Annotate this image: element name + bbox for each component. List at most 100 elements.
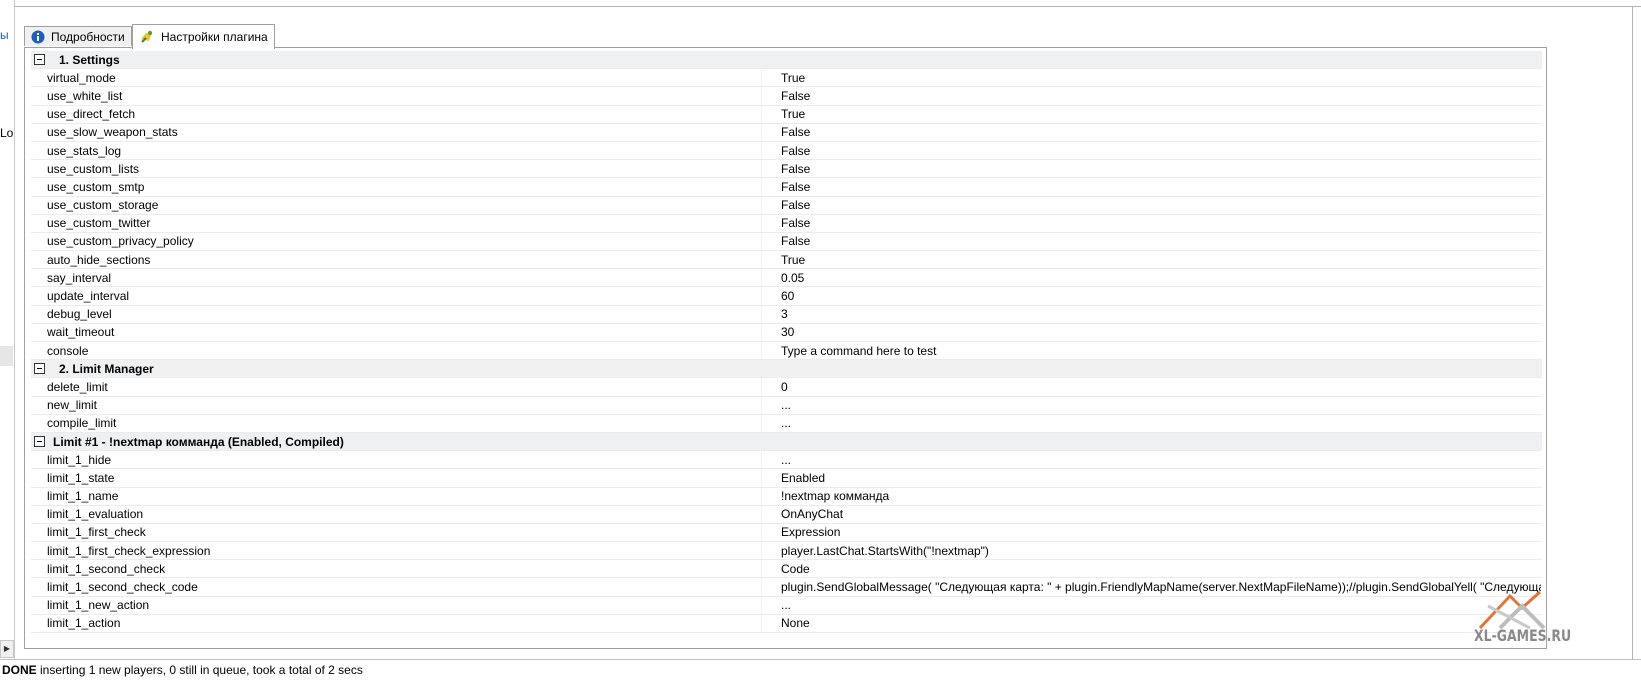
column-divider[interactable] bbox=[761, 141, 762, 160]
column-divider[interactable] bbox=[761, 342, 762, 360]
property-row[interactable]: limit_1_second_check_code plugin.SendGlob… bbox=[31, 578, 1542, 597]
property-value[interactable]: True bbox=[781, 107, 1541, 121]
column-divider[interactable] bbox=[761, 614, 762, 632]
property-name[interactable]: limit_1_new_action bbox=[47, 598, 149, 612]
column-divider[interactable] bbox=[761, 232, 762, 251]
property-row[interactable]: limit_1_evaluation OnAnyChat bbox=[31, 505, 1542, 524]
property-row[interactable]: limit_1_state Enabled bbox=[31, 469, 1542, 488]
property-name[interactable]: use_direct_fetch bbox=[47, 107, 135, 121]
property-value[interactable]: False bbox=[781, 198, 1541, 212]
property-value[interactable]: 60 bbox=[781, 289, 1541, 303]
property-name[interactable]: say_interval bbox=[47, 271, 111, 285]
property-value[interactable]: OnAnyChat bbox=[781, 507, 1541, 521]
property-row[interactable]: limit_1_hide... bbox=[31, 451, 1542, 470]
property-row[interactable]: update_interval 60 bbox=[31, 287, 1542, 306]
property-name[interactable]: console bbox=[47, 344, 88, 358]
category-row[interactable]: 1. Settings bbox=[31, 51, 1542, 70]
property-value[interactable]: False bbox=[781, 162, 1541, 176]
category-row[interactable]: 2. Limit Manager bbox=[31, 360, 1542, 379]
column-divider[interactable] bbox=[761, 69, 762, 87]
property-row[interactable]: use_stats_log False bbox=[31, 141, 1542, 161]
column-divider[interactable] bbox=[761, 396, 762, 414]
property-row[interactable]: console Type a command here to test bbox=[31, 342, 1542, 361]
column-divider[interactable] bbox=[761, 505, 762, 523]
column-divider[interactable] bbox=[761, 378, 762, 396]
tab-details[interactable]: Подробности bbox=[24, 26, 132, 46]
property-name[interactable]: limit_1_hide bbox=[47, 453, 111, 467]
property-row[interactable]: limit_1_new_action... bbox=[31, 596, 1542, 615]
property-row[interactable]: use_custom_twitter False bbox=[31, 214, 1542, 233]
property-row[interactable]: debug_level 3 bbox=[31, 305, 1542, 324]
property-name[interactable]: limit_1_state bbox=[47, 471, 114, 485]
property-value[interactable]: plugin.SendGlobalMessage( "Следующая кар… bbox=[781, 580, 1541, 594]
column-divider[interactable] bbox=[761, 178, 762, 196]
column-divider[interactable] bbox=[761, 578, 762, 596]
column-divider[interactable] bbox=[761, 414, 762, 432]
collapse-toggle-icon[interactable] bbox=[34, 54, 45, 66]
property-name[interactable]: limit_1_evaluation bbox=[47, 507, 143, 521]
property-row[interactable]: say_interval 0.05 bbox=[31, 269, 1542, 288]
property-name[interactable]: virtual_mode bbox=[47, 71, 116, 85]
column-divider[interactable] bbox=[761, 287, 762, 305]
column-divider[interactable] bbox=[761, 160, 762, 178]
property-row[interactable]: use_custom_smtp False bbox=[31, 178, 1542, 197]
property-name[interactable]: limit_1_second_check bbox=[47, 562, 165, 576]
property-row[interactable]: wait_timeout 30 bbox=[31, 323, 1542, 342]
column-divider[interactable] bbox=[761, 87, 762, 105]
property-name[interactable]: use_custom_twitter bbox=[47, 216, 150, 230]
scroll-right-button[interactable]: ▶ bbox=[0, 640, 14, 658]
column-divider[interactable] bbox=[761, 269, 762, 287]
left-panel-selected-row[interactable] bbox=[0, 346, 13, 366]
column-divider[interactable] bbox=[761, 523, 762, 542]
property-name[interactable]: use_custom_privacy_policy bbox=[47, 234, 194, 248]
property-value[interactable]: False bbox=[781, 180, 1541, 194]
column-divider[interactable] bbox=[761, 251, 762, 269]
tab-plugin-settings[interactable]: Настройки плагина bbox=[132, 24, 275, 49]
column-divider[interactable] bbox=[761, 105, 762, 123]
property-name[interactable]: update_interval bbox=[47, 289, 129, 303]
column-divider[interactable] bbox=[761, 469, 762, 487]
collapse-toggle-icon[interactable] bbox=[34, 363, 45, 375]
property-row[interactable]: delete_limit 0 bbox=[31, 378, 1542, 397]
property-value[interactable]: ... bbox=[781, 598, 1541, 612]
property-value[interactable]: False bbox=[781, 125, 1541, 139]
property-value[interactable]: 3 bbox=[781, 307, 1541, 321]
property-name[interactable]: limit_1_first_check_expression bbox=[47, 544, 210, 558]
column-divider[interactable] bbox=[761, 451, 762, 469]
property-row[interactable]: virtual_mode True bbox=[31, 69, 1542, 88]
property-value[interactable]: False bbox=[781, 144, 1541, 158]
property-row[interactable]: use_slow_weapon_stats False bbox=[31, 123, 1542, 142]
column-divider[interactable] bbox=[761, 596, 762, 614]
property-name[interactable]: compile_limit bbox=[47, 416, 116, 430]
column-divider[interactable] bbox=[761, 487, 762, 505]
property-value[interactable]: !nextmap комманда bbox=[781, 489, 1541, 503]
property-name[interactable]: use_custom_smtp bbox=[47, 180, 144, 194]
property-name[interactable]: limit_1_action bbox=[47, 616, 120, 630]
property-row[interactable]: use_custom_lists False bbox=[31, 160, 1542, 179]
property-name[interactable]: new_limit bbox=[47, 398, 97, 412]
collapse-toggle-icon[interactable] bbox=[34, 436, 45, 448]
property-name[interactable]: use_stats_log bbox=[47, 144, 121, 158]
column-divider[interactable] bbox=[761, 214, 762, 232]
property-value[interactable]: 0 bbox=[781, 380, 1541, 394]
property-name[interactable]: use_white_list bbox=[47, 89, 122, 103]
property-name[interactable]: wait_timeout bbox=[47, 325, 114, 339]
property-value[interactable]: False bbox=[781, 89, 1541, 103]
column-divider[interactable] bbox=[761, 323, 762, 341]
column-divider[interactable] bbox=[761, 542, 762, 560]
property-value[interactable]: Expression bbox=[781, 525, 1541, 539]
property-name[interactable]: use_custom_storage bbox=[47, 198, 158, 212]
property-name[interactable]: limit_1_name bbox=[47, 489, 118, 503]
property-name[interactable]: limit_1_second_check_code bbox=[47, 580, 198, 594]
property-value[interactable]: False bbox=[781, 216, 1541, 230]
property-value[interactable]: ... bbox=[781, 453, 1541, 467]
property-row[interactable]: limit_1_name !nextmap комманда bbox=[31, 487, 1542, 506]
column-divider[interactable] bbox=[761, 196, 762, 214]
property-row[interactable]: limit_1_second_check Code bbox=[31, 560, 1542, 579]
property-row[interactable]: use_custom_privacy_policy False bbox=[31, 232, 1542, 252]
property-value[interactable]: True bbox=[781, 71, 1541, 85]
property-row[interactable]: use_white_list False bbox=[31, 87, 1542, 106]
property-value[interactable]: None bbox=[781, 616, 1541, 630]
column-divider[interactable] bbox=[761, 305, 762, 323]
property-name[interactable]: debug_level bbox=[47, 307, 112, 321]
